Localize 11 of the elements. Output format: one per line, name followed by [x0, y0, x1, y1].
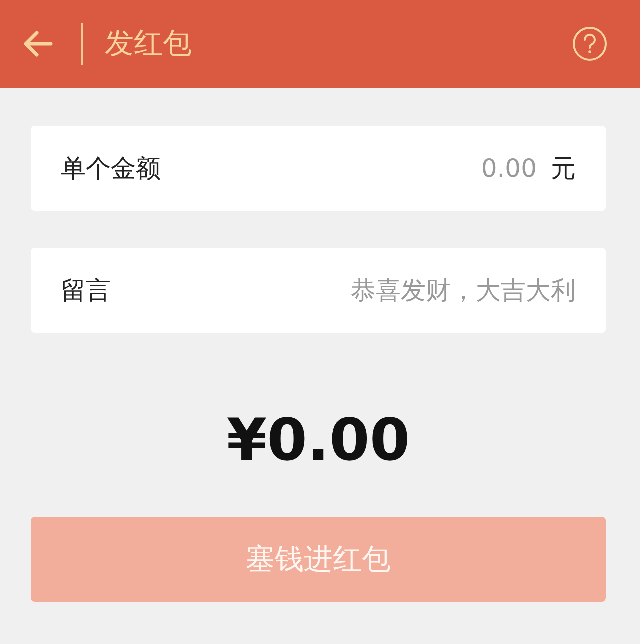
- back-arrow-icon[interactable]: [23, 31, 53, 57]
- page-title: 发红包: [105, 25, 193, 62]
- input-field[interactable]: 留言 恭喜发财，大吉大利: [31, 248, 606, 333]
- text-input[interactable]: 0.00: [161, 154, 537, 183]
- help-icon[interactable]: [572, 26, 608, 62]
- field-label: 留言: [61, 275, 111, 307]
- unit-label: 元: [551, 153, 576, 185]
- total-amount: ¥0.00: [226, 405, 410, 476]
- text-input[interactable]: 恭喜发财，大吉大利: [111, 276, 576, 305]
- field-label: 单个金额: [61, 153, 161, 185]
- input-field[interactable]: 单个金额 0.00 元: [31, 126, 606, 211]
